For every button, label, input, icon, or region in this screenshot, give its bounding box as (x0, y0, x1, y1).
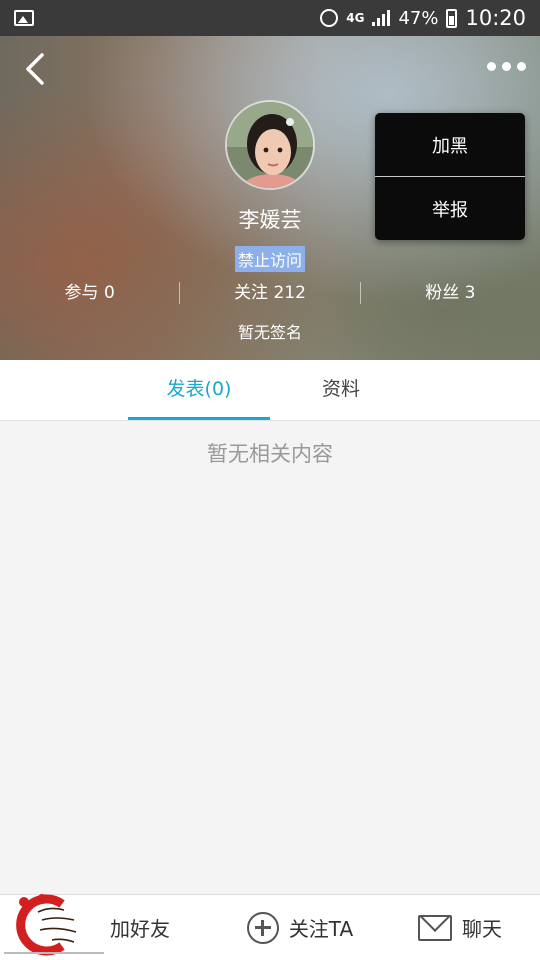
add-friend-label: 加好友 (110, 917, 170, 941)
chat-label: 聊天 (462, 917, 502, 941)
banned-badge-row: 禁止访问 (0, 246, 540, 272)
battery-percent: 47% (398, 7, 439, 29)
status-bar: 4G 47% 10:20 (0, 0, 540, 36)
stats-row: 参与 0 关注 212 粉丝 3 (0, 282, 540, 304)
back-arrow-icon[interactable] (22, 52, 50, 86)
follow-label: 关注TA (288, 917, 354, 941)
menu-item-blacklist[interactable]: 加黑 (375, 113, 525, 176)
access-banned-badge: 禁止访问 (234, 246, 305, 272)
avatar[interactable] (225, 100, 315, 190)
stat-followers[interactable]: 粉丝 3 (361, 282, 540, 304)
stat-participation[interactable]: 参与 0 (0, 282, 179, 304)
network-type: 4G (346, 10, 365, 25)
watermark-logo (4, 894, 104, 956)
tab-posts[interactable]: 发表(0) (128, 360, 270, 420)
status-bar-left (14, 10, 34, 26)
clock: 10:20 (465, 6, 526, 30)
chat-button[interactable]: 聊天 (380, 895, 540, 960)
signature: 暂无签名 (237, 323, 302, 342)
avatar-image (227, 102, 313, 188)
options-popup-menu: 加黑 举报 (375, 113, 525, 240)
empty-content-message: 暂无相关内容 (207, 442, 333, 466)
plus-circle-icon (246, 911, 279, 944)
stat-following[interactable]: 关注 212 (180, 282, 359, 304)
tab-profile-info[interactable]: 资料 (270, 360, 412, 420)
alarm-icon (320, 9, 339, 27)
signal-icon (372, 10, 391, 26)
gallery-notification-icon (14, 10, 34, 26)
status-bar-right: 4G 47% 10:20 (320, 6, 526, 30)
battery-icon (446, 8, 458, 28)
more-options-icon[interactable] (487, 62, 526, 71)
mail-icon (418, 914, 452, 941)
menu-item-report[interactable]: 举报 (375, 177, 525, 240)
follow-button[interactable]: 关注TA (220, 895, 380, 960)
tab-bar: 发表(0) 资料 (0, 360, 540, 421)
